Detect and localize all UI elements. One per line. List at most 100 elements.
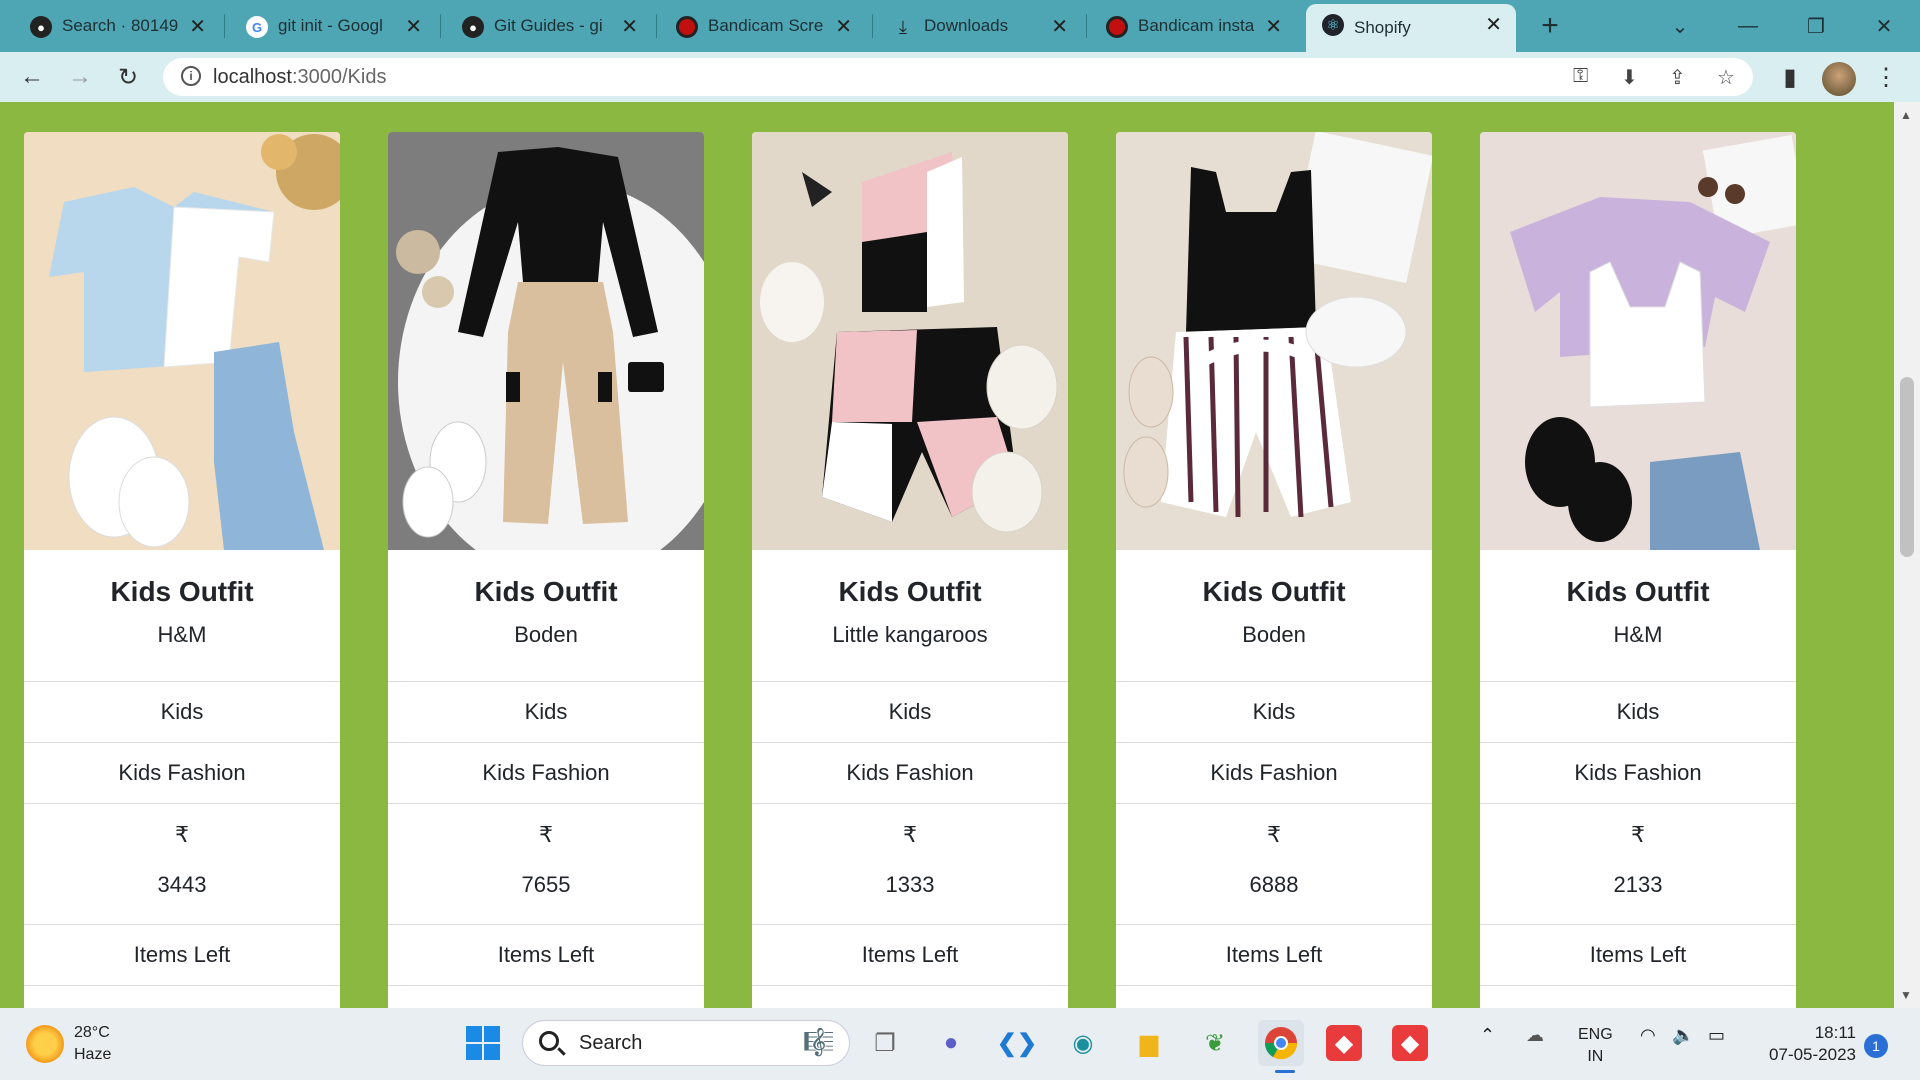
browser-toolbar: ← → ↻ i localhost:3000/Kids ⚿ ⬇ ⇪ ☆ ▮ ⋮: [0, 52, 1920, 102]
close-icon[interactable]: ✕: [189, 14, 206, 39]
product-title: Kids Outfit: [838, 576, 982, 607]
tab-title: Downloads: [924, 16, 1009, 35]
tab-title: Shopify: [1354, 18, 1411, 37]
language-indicator[interactable]: ENG IN: [1578, 1024, 1613, 1068]
back-arrow-icon[interactable]: ←: [16, 61, 48, 93]
browser-tabstrip: ● Search · 80149 ✕ G git init - Googl ✕ …: [0, 0, 1920, 52]
items-left: Items Left: [1116, 925, 1432, 986]
product-price: ₹ 2133: [1480, 804, 1796, 925]
product-card[interactable]: Kids Outfit H&M Kids Kids Fashion ₹ 3443…: [24, 132, 340, 1008]
product-image: [388, 132, 704, 550]
outfit-illustration: [1510, 134, 1796, 550]
tab-divider: [1086, 14, 1087, 38]
bookmark-star-icon[interactable]: ☆: [1717, 65, 1735, 90]
windows-taskbar: 28°C Haze Search 🎼 ❐ ● ❮❯ ◉ ▆ ❦ ◆ ◆ ⌃ ☁ …: [0, 1008, 1920, 1080]
password-key-icon[interactable]: ⚿: [1573, 65, 1588, 88]
product-title: Kids Outfit: [110, 576, 254, 607]
close-icon[interactable]: ✕: [1485, 12, 1502, 37]
product-card[interactable]: Kids Outfit Boden Kids Kids Fashion ₹ 68…: [1116, 132, 1432, 1008]
product-category: Kids: [1480, 682, 1796, 743]
card-body: Kids Outfit Boden: [388, 550, 704, 682]
items-left: Items Left: [752, 925, 1068, 986]
rupee-currency: ₹: [1267, 822, 1281, 847]
tab-search-chevron-icon[interactable]: ⌄: [1660, 8, 1700, 44]
price-amount: 7655: [521, 872, 571, 897]
scroll-down-arrow-icon[interactable]: ▼: [1900, 988, 1912, 1002]
clock-date: 07-05-2023: [1769, 1045, 1856, 1064]
new-tab-button[interactable]: +: [1532, 8, 1568, 44]
address-bar[interactable]: i localhost:3000/Kids ⚿ ⬇ ⇪ ☆: [163, 58, 1753, 96]
url-path: :3000/Kids: [291, 65, 387, 88]
search-icon: [539, 1031, 559, 1051]
edge-icon[interactable]: ◉: [1060, 1020, 1106, 1066]
site-info-icon[interactable]: i: [181, 66, 201, 86]
battery-icon[interactable]: ▭: [1708, 1024, 1725, 1046]
restore-icon[interactable]: ❐: [1796, 8, 1836, 44]
side-panel-icon[interactable]: ▮: [1774, 61, 1806, 93]
product-brand: H&M: [157, 622, 207, 647]
close-window-icon[interactable]: ✕: [1864, 8, 1904, 44]
spring-tool-icon[interactable]: ❦: [1192, 1020, 1238, 1066]
product-card[interactable]: Kids Outfit Boden Kids Kids Fashion ₹ 76…: [388, 132, 704, 1008]
close-icon[interactable]: ✕: [1265, 14, 1282, 39]
share-icon[interactable]: ⇪: [1669, 65, 1686, 90]
product-brand: Boden: [514, 622, 578, 647]
card-body: Kids Outfit Little kangaroos: [752, 550, 1068, 682]
anydesk-icon[interactable]: ◆: [1326, 1025, 1362, 1061]
tab-git-guides[interactable]: ● Git Guides - gi ✕: [446, 6, 652, 46]
product-price: ₹ 6888: [1116, 804, 1432, 925]
windows-start-icon[interactable]: [460, 1020, 506, 1066]
anydesk-icon[interactable]: ◆: [1392, 1025, 1428, 1061]
task-view-icon[interactable]: ❐: [862, 1020, 908, 1066]
scroll-up-arrow-icon[interactable]: ▲: [1900, 108, 1912, 122]
install-app-icon[interactable]: ⬇: [1621, 65, 1638, 90]
weather-widget[interactable]: 28°C Haze: [26, 1022, 111, 1066]
product-price: ₹ 3443: [24, 804, 340, 925]
outfit-illustration: [1123, 132, 1432, 518]
tab-bandicam-screen[interactable]: Bandicam Scre ✕: [660, 6, 866, 46]
profile-avatar[interactable]: [1822, 62, 1856, 96]
rupee-currency: ₹: [1631, 822, 1645, 847]
product-brand: Little kangaroos: [832, 622, 988, 647]
close-icon[interactable]: ✕: [405, 14, 422, 39]
forward-arrow-icon[interactable]: →: [64, 61, 96, 93]
tab-title: Bandicam Scre: [708, 16, 824, 35]
volume-icon[interactable]: 🔈: [1672, 1024, 1694, 1046]
tab-git-init[interactable]: G git init - Googl ✕: [230, 6, 436, 46]
file-explorer-icon[interactable]: ▆: [1126, 1020, 1172, 1066]
tab-github-search[interactable]: ● Search · 80149 ✕: [14, 6, 220, 46]
system-clock[interactable]: 18:11 07-05-2023: [1760, 1022, 1856, 1066]
close-icon[interactable]: ✕: [621, 14, 638, 39]
tab-shopify[interactable]: ⚛ Shopify ✕: [1306, 4, 1516, 52]
vertical-scrollbar[interactable]: ▲ ▼: [1894, 102, 1920, 1008]
language-bottom: IN: [1587, 1048, 1604, 1065]
vscode-icon[interactable]: ❮❯: [994, 1020, 1040, 1066]
google-icon: G: [246, 16, 268, 38]
price-amount: 2133: [1613, 872, 1663, 897]
url-text[interactable]: localhost:3000/Kids: [213, 66, 386, 89]
wifi-icon[interactable]: ◠: [1640, 1024, 1656, 1046]
product-card[interactable]: Kids Outfit Little kangaroos Kids Kids F…: [752, 132, 1068, 1008]
reload-icon[interactable]: ↻: [112, 61, 144, 93]
notification-badge[interactable]: 1: [1864, 1034, 1888, 1058]
outfit-illustration: [49, 134, 340, 550]
minimize-icon[interactable]: —: [1728, 8, 1768, 44]
taskbar-search-box[interactable]: Search 🎼: [522, 1020, 850, 1066]
product-price: ₹ 1333: [752, 804, 1068, 925]
tray-overflow-chevron-icon[interactable]: ⌃: [1480, 1024, 1495, 1046]
card-body: Kids Outfit H&M: [1480, 550, 1796, 682]
tab-divider: [656, 14, 657, 38]
teams-chat-icon[interactable]: ●: [928, 1020, 974, 1066]
onedrive-cloud-icon[interactable]: ☁: [1526, 1024, 1544, 1046]
product-card[interactable]: Kids Outfit H&M Kids Kids Fashion ₹ 2133…: [1480, 132, 1796, 1008]
close-icon[interactable]: ✕: [1051, 14, 1068, 39]
scrollbar-thumb[interactable]: [1900, 377, 1914, 557]
language-top: ENG: [1578, 1026, 1613, 1043]
tab-downloads[interactable]: ⤓ Downloads ✕: [876, 6, 1082, 46]
tab-divider: [440, 14, 441, 38]
menu-kebab-icon[interactable]: ⋮: [1870, 61, 1902, 93]
chrome-icon[interactable]: [1258, 1020, 1304, 1066]
close-icon[interactable]: ✕: [835, 14, 852, 39]
bandicam-icon: [1106, 16, 1128, 38]
tab-bandicam-install[interactable]: Bandicam insta ✕: [1090, 6, 1296, 46]
